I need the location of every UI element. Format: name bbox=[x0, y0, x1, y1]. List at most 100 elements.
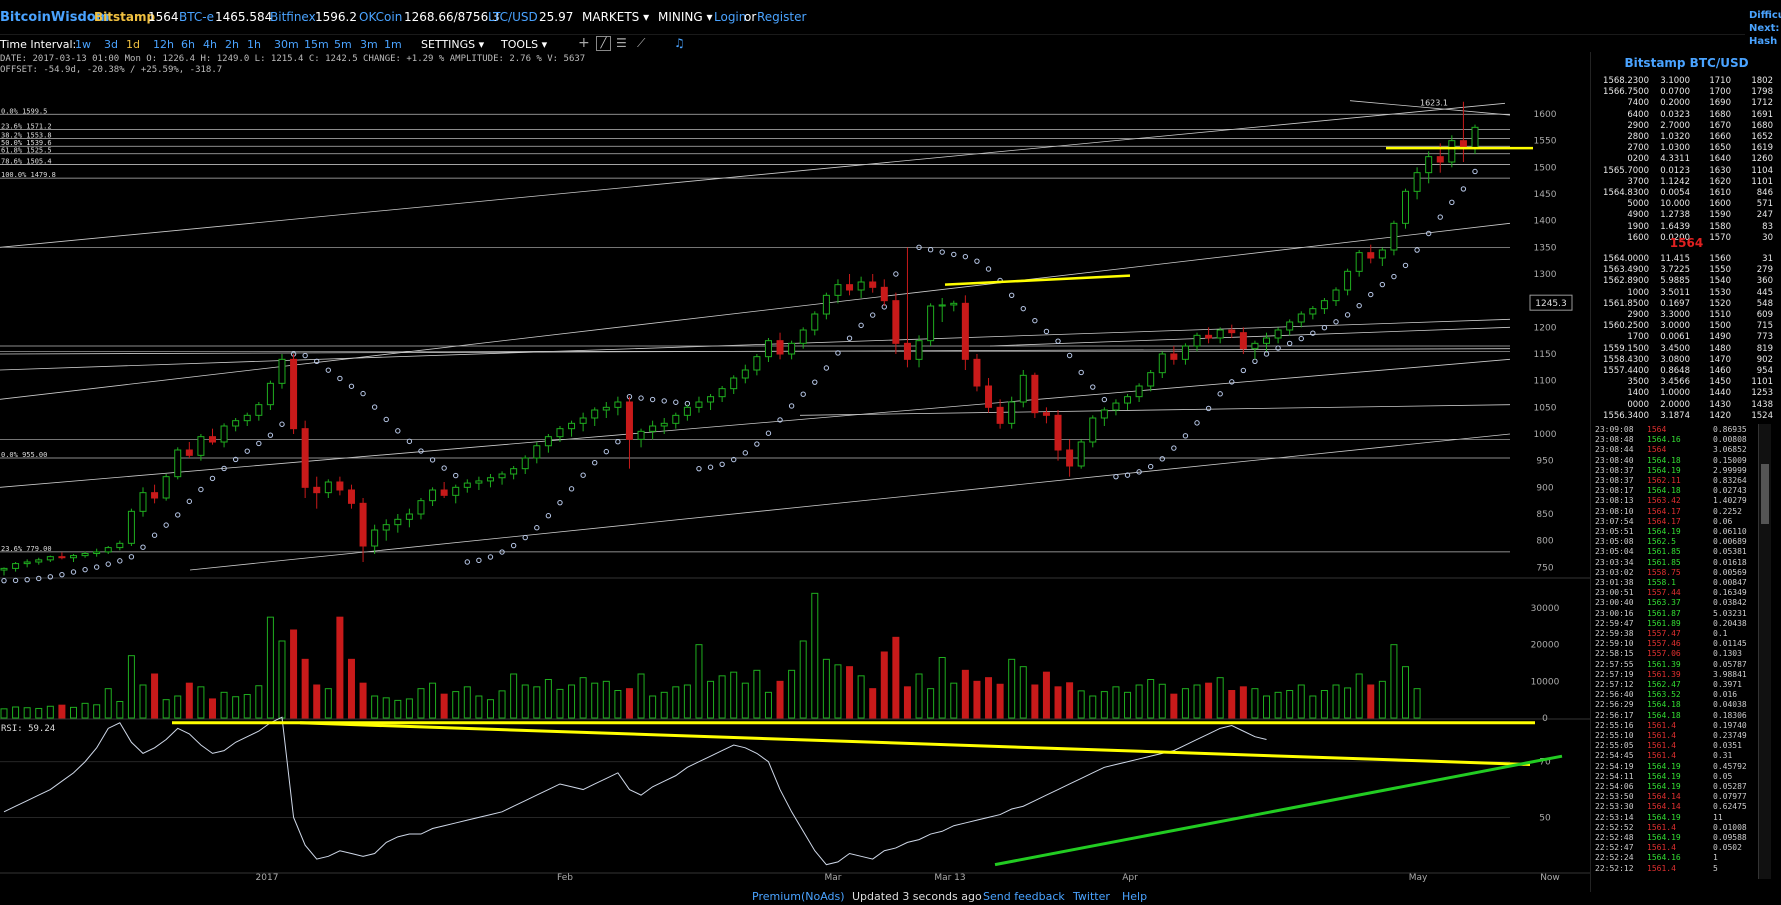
price-tick-label: 850 bbox=[1536, 510, 1553, 520]
mining-menu[interactable]: MINING ▾ bbox=[658, 10, 713, 24]
trade-amount: 0.2252 bbox=[1713, 506, 1742, 516]
premium-link[interactable]: Premium(NoAds) bbox=[752, 890, 845, 903]
alert-bell-icon[interactable]: ♫ bbox=[674, 36, 685, 50]
next-label: Next: bbox=[1749, 23, 1780, 34]
hashrate-label: Hash R bbox=[1749, 36, 1781, 47]
trade-time: 22:59:38 bbox=[1595, 629, 1634, 638]
candle-body bbox=[1263, 337, 1271, 344]
interval-1m[interactable]: 1m bbox=[384, 38, 402, 51]
sar-dot bbox=[1043, 328, 1050, 335]
tools-menu[interactable]: TOOLS ▾ bbox=[501, 38, 547, 51]
ask-level: 1620 bbox=[1709, 176, 1731, 187]
interval-12h[interactable]: 12h bbox=[153, 38, 174, 51]
market-name-btce[interactable]: BTC-e bbox=[179, 10, 214, 24]
trade-price: 1563.42 bbox=[1647, 496, 1681, 506]
feedback-link[interactable]: Send feedback bbox=[983, 890, 1065, 903]
trade-time: 22:54:06 bbox=[1595, 782, 1634, 791]
sar-dot bbox=[360, 390, 366, 397]
interval-3d[interactable]: 3d bbox=[104, 38, 118, 51]
trade-time: 22:55:16 bbox=[1595, 720, 1634, 730]
market-name-bitfinex[interactable]: Bitfinex bbox=[270, 10, 316, 24]
candle-body bbox=[1402, 190, 1410, 224]
sar-dot bbox=[1252, 358, 1258, 364]
ask-sum: 1802 bbox=[1751, 76, 1773, 86]
trade-amount: 0.15009 bbox=[1713, 455, 1747, 465]
trades-scrollbar[interactable] bbox=[1758, 424, 1771, 879]
volume-bar bbox=[1170, 693, 1178, 719]
trade-time: 22:54:19 bbox=[1595, 761, 1634, 771]
trade-time: 22:52:24 bbox=[1595, 853, 1634, 863]
interval-1d[interactable]: 1d bbox=[126, 38, 140, 51]
sar-dot bbox=[1008, 292, 1015, 299]
trade-price: 1561.87 bbox=[1647, 608, 1681, 618]
login-link[interactable]: Login bbox=[714, 10, 746, 24]
volume-bar bbox=[185, 682, 193, 719]
market-name-bitstamp[interactable]: Bitstamp bbox=[94, 10, 155, 24]
volume-bar bbox=[753, 669, 761, 719]
order-book-title: Bitstamp BTC/USD bbox=[1624, 56, 1749, 70]
crosshair-icon[interactable]: + bbox=[578, 35, 590, 51]
markets-menu[interactable]: MARKETS ▾ bbox=[582, 10, 649, 24]
trade-time: 22:56:40 bbox=[1595, 690, 1634, 700]
candle-body bbox=[1100, 409, 1108, 419]
volume-bar bbox=[278, 640, 286, 719]
interval-3m[interactable]: 3m bbox=[360, 38, 378, 51]
order-book-bid-row: 1558.4300 3.0800 1470 902 bbox=[1595, 355, 1775, 366]
trade-time: 22:56:29 bbox=[1595, 700, 1634, 710]
candle-body bbox=[1471, 126, 1479, 150]
scrollbar-thumb[interactable] bbox=[1761, 464, 1769, 524]
settings-menu[interactable]: SETTINGS ▾ bbox=[421, 38, 484, 51]
rsi-label: RSI: 59.24 bbox=[1, 724, 55, 734]
interval-6h[interactable]: 6h bbox=[181, 38, 195, 51]
volume-bar bbox=[846, 666, 854, 719]
line-tool-icon[interactable]: ╱ bbox=[596, 36, 611, 51]
register-link[interactable]: Register bbox=[757, 10, 806, 24]
volume-bar bbox=[452, 691, 460, 719]
volume-bar bbox=[1042, 671, 1050, 719]
fib-levels: 0.0% 1599.523.6% 1571.238.2% 1553.850.0%… bbox=[0, 107, 1510, 553]
trade-row: 22:52:48 1564.19 0.09588 bbox=[1595, 833, 1770, 843]
volume-bar bbox=[1344, 687, 1352, 719]
interval-1w[interactable]: 1w bbox=[75, 38, 91, 51]
interval-5m[interactable]: 5m bbox=[334, 38, 352, 51]
interval-15m[interactable]: 15m bbox=[304, 38, 329, 51]
ask-sum: 571 bbox=[1756, 199, 1773, 210]
candle-body bbox=[104, 547, 112, 553]
bid-amount: 11.415 bbox=[1660, 254, 1690, 264]
offset-info-line: OFFSET: -54.9d, -20.38% / +25.59%, -318.… bbox=[0, 65, 223, 75]
volume-bar bbox=[46, 705, 54, 719]
trade-time: 22:54:45 bbox=[1595, 751, 1634, 761]
candle-body bbox=[1413, 172, 1421, 192]
trade-price: 1557.46 bbox=[1647, 639, 1681, 649]
site-logo[interactable]: BitcoinWisdom bbox=[0, 10, 109, 25]
sar-dot bbox=[256, 440, 262, 447]
interval-2h[interactable]: 2h bbox=[225, 38, 239, 51]
date-tick-label: May bbox=[1409, 873, 1428, 883]
sar-dot bbox=[1472, 168, 1478, 175]
market-name-ltcusd[interactable]: LTC/USD bbox=[488, 10, 538, 24]
sar-dot bbox=[325, 367, 332, 373]
bid-level: 1440 bbox=[1709, 388, 1731, 399]
horizontal-lines-icon[interactable]: ☰ bbox=[616, 36, 627, 50]
help-link[interactable]: Help bbox=[1122, 890, 1147, 903]
trade-time: 23:01:38 bbox=[1595, 578, 1634, 587]
ask-price: 2800 bbox=[1627, 132, 1649, 142]
sar-dot bbox=[1101, 396, 1108, 403]
interval-4h[interactable]: 4h bbox=[203, 38, 217, 51]
interval-30m[interactable]: 30m bbox=[274, 38, 299, 51]
sar-dot bbox=[198, 486, 204, 493]
ask-sum: 1104 bbox=[1751, 165, 1773, 176]
trade-amount: 1.40279 bbox=[1713, 496, 1747, 506]
price-tick-label: 950 bbox=[1536, 457, 1553, 467]
order-book-bid-row: 1564.0000 11.415 1560 31 bbox=[1595, 254, 1775, 265]
fib-tool-icon[interactable]: ⟋ bbox=[637, 36, 645, 51]
twitter-link[interactable]: Twitter bbox=[1073, 890, 1110, 903]
trade-amount: 0.86935 bbox=[1713, 425, 1747, 434]
price-chart[interactable]: 0.0% 1599.523.6% 1571.238.2% 1553.850.0%… bbox=[0, 78, 1590, 888]
sar-dot bbox=[1344, 312, 1351, 318]
interval-1h[interactable]: 1h bbox=[247, 38, 261, 51]
market-name-okcoin[interactable]: OKCoin bbox=[359, 10, 402, 24]
volume-bar bbox=[985, 677, 993, 719]
order-book-ask-row: 2700 1.0300 1650 1619 bbox=[1595, 143, 1775, 154]
sar-dot bbox=[985, 266, 992, 272]
